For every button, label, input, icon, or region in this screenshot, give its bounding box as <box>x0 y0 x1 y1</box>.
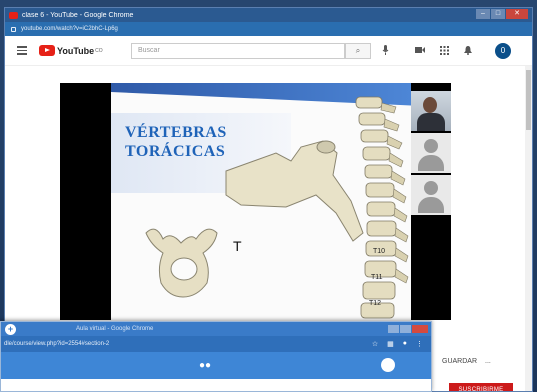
vertebrae-illustration: T10 T11 T12 T <box>145 96 409 319</box>
youtube-logo[interactable]: YouTube CO <box>39 45 103 56</box>
video-actions: GUARDAR ... <box>442 358 491 365</box>
participant-cameras <box>411 83 451 320</box>
secondary-close-button[interactable] <box>412 325 428 333</box>
extensions-icon[interactable]: ▦ <box>387 340 394 348</box>
youtube-play-icon <box>39 45 55 56</box>
create-video-icon[interactable] <box>415 46 425 56</box>
more-actions-button[interactable]: ... <box>485 358 491 365</box>
mic-icon[interactable] <box>382 45 389 57</box>
notifications-bell-icon[interactable] <box>463 46 473 56</box>
video-player[interactable]: VÉRTEBRAS TORÁCICAS T10 T11 T12 T <box>60 83 451 320</box>
window-titlebar[interactable]: clase 6 - YouTube - Google Chrome – □ ✕ <box>5 8 532 22</box>
new-tab-icon[interactable]: + <box>5 323 16 335</box>
minimize-button[interactable]: – <box>476 9 490 19</box>
participants-icon[interactable]: ●● <box>199 360 211 371</box>
t12-label: T12 <box>369 300 381 307</box>
secondary-window-title: Aula virtual - Google Chrome <box>76 326 154 332</box>
lock-icon <box>11 26 16 32</box>
secondary-maximize-button[interactable] <box>400 325 411 333</box>
search-input[interactable]: Buscar <box>131 43 345 59</box>
t11-label: T11 <box>371 274 383 281</box>
secondary-chrome-window: + Aula virtual - Google Chrome dle/cours… <box>0 321 432 392</box>
search-button[interactable]: ⌕ <box>345 43 371 59</box>
secondary-minimize-button[interactable] <box>388 325 399 333</box>
subscribe-button[interactable]: SUSCRIBIRME <box>449 383 513 391</box>
chrome-menu-icon[interactable]: ⋮ <box>416 340 423 348</box>
page-scrollbar[interactable] <box>525 66 532 391</box>
apps-grid-icon[interactable] <box>439 46 449 56</box>
address-url[interactable]: youtube.com/watch?v=iC2bhC-Lp6g <box>21 26 532 32</box>
slide-image: VÉRTEBRAS TORÁCICAS T10 T11 T12 T <box>111 83 411 320</box>
bookmark-star-icon[interactable]: ☆ <box>372 340 378 348</box>
scrollbar-thumb[interactable] <box>526 70 531 130</box>
secondary-address-bar[interactable]: dle/course/view.php?id=2554#section-2 ☆ … <box>1 336 431 352</box>
account-avatar[interactable]: 0 <box>495 43 511 59</box>
handwritten-t: T <box>233 238 242 254</box>
window-title: clase 6 - YouTube - Google Chrome <box>22 11 134 19</box>
t10-label: T10 <box>373 248 385 255</box>
presenter-camera <box>411 91 451 131</box>
user-menu-icon[interactable] <box>381 358 395 372</box>
secondary-url[interactable]: dle/course/view.php?id=2554#section-2 <box>4 341 372 347</box>
participant-avatar-1 <box>411 133 451 173</box>
menu-icon[interactable] <box>17 44 27 57</box>
secondary-titlebar[interactable]: + Aula virtual - Google Chrome <box>1 322 431 336</box>
maximize-button[interactable]: □ <box>491 9 505 19</box>
page-banner: ●● <box>1 352 431 379</box>
profile-icon[interactable]: ● <box>403 340 407 348</box>
youtube-header: YouTube CO Buscar ⌕ 0 <box>5 36 532 66</box>
participant-avatar-2 <box>411 175 451 215</box>
close-button[interactable]: ✕ <box>506 9 528 19</box>
address-bar[interactable]: youtube.com/watch?v=iC2bhC-Lp6g <box>5 22 532 36</box>
youtube-favicon-icon <box>9 11 18 19</box>
save-button[interactable]: GUARDAR <box>442 358 477 365</box>
